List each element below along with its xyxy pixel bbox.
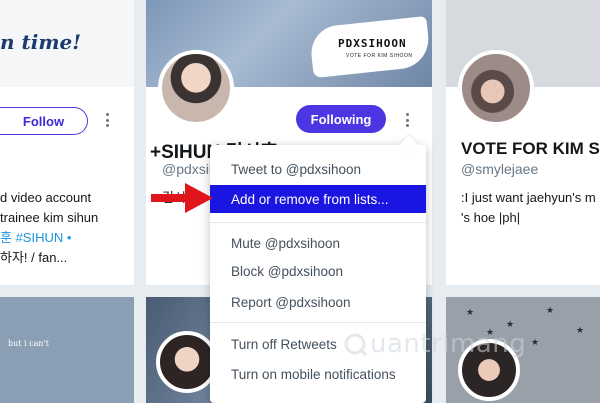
menu-item-mobile-notifications[interactable]: Turn on mobile notifications: [210, 360, 426, 388]
banner-caption: but i can't: [8, 339, 49, 348]
red-arrow-icon: [151, 183, 213, 213]
bio-line: trainee kim sihun: [0, 210, 99, 225]
bio-line: d video account: [0, 190, 92, 205]
more-vertical-icon[interactable]: [405, 113, 409, 127]
star-icon: ★: [576, 325, 585, 335]
bio-line: :I just want jaehyun's m: [461, 190, 596, 205]
profile-card-3: VOTE FOR KIM S @smylejaee :I just want j…: [446, 0, 600, 285]
quantrimang-logo-icon: [344, 333, 367, 356]
menu-item-add-remove-lists[interactable]: Add or remove from lists...: [210, 185, 426, 213]
profile-handle[interactable]: @smylejaee: [461, 161, 538, 177]
more-vertical-icon[interactable]: [105, 113, 109, 127]
menu-divider: [210, 222, 426, 223]
menu-item-tweet-to[interactable]: Tweet to @pdxsihoon: [210, 155, 426, 183]
avatar[interactable]: [156, 331, 218, 393]
profile-banner: n time!: [0, 0, 134, 87]
profile-card-4[interactable]: but i can't: [0, 297, 134, 403]
banner-logo-text: PDXSIHOON: [338, 37, 407, 50]
following-button[interactable]: Following: [296, 105, 386, 133]
bio-hashtag-line[interactable]: 훈 #SIHUN •: [0, 228, 71, 248]
watermark: uantrimang: [343, 329, 526, 359]
avatar[interactable]: [158, 50, 234, 126]
star-icon: ★: [546, 305, 555, 315]
bio-line: 's hoe |ph|: [461, 210, 521, 225]
profile-card-1: n time! Follow d video account trainee k…: [0, 0, 134, 285]
banner-text: n time!: [0, 30, 82, 54]
profile-name[interactable]: VOTE FOR KIM S: [461, 139, 600, 159]
menu-item-report[interactable]: Report @pdxsihoon: [210, 288, 426, 316]
follow-button[interactable]: Follow: [0, 107, 88, 135]
avatar[interactable]: [458, 50, 534, 126]
watermark-text: uantrimang: [370, 329, 527, 359]
menu-item-block[interactable]: Block @pdxsihoon: [210, 257, 426, 285]
menu-divider: [210, 322, 426, 323]
profile-actions-dropdown: Tweet to @pdxsihoon Add or remove from l…: [210, 135, 426, 403]
menu-item-mute[interactable]: Mute @pdxsihoon: [210, 229, 426, 257]
bio-line: 하자! / fan...: [0, 250, 68, 265]
star-icon: ★: [466, 307, 475, 317]
star-icon: ★: [531, 337, 540, 347]
banner-subtitle: VOTE FOR KIM SIHOON: [346, 53, 413, 59]
